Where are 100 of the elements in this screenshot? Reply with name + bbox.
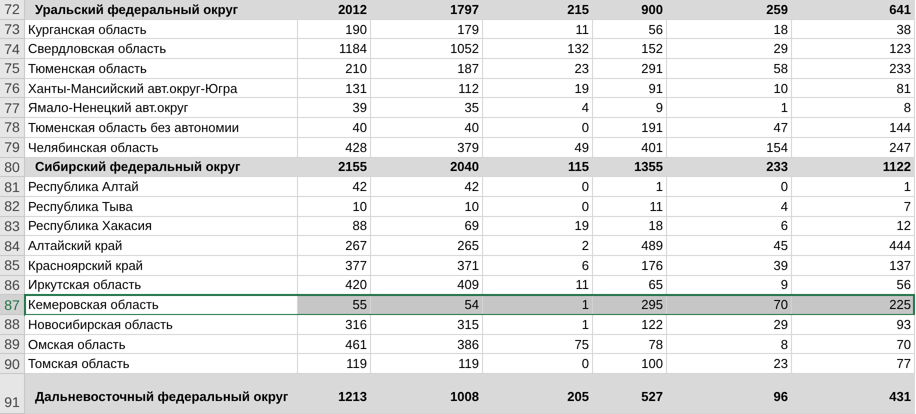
row-header[interactable]: 90 bbox=[0, 354, 25, 374]
table-cell: 187 bbox=[371, 59, 483, 79]
table-cell: 1355 bbox=[593, 158, 667, 178]
table-cell: Тюменская область bbox=[25, 59, 298, 79]
table-cell: 23 bbox=[483, 59, 593, 79]
table-cell: 144 bbox=[792, 118, 915, 138]
table-cell: 11 bbox=[593, 196, 667, 217]
table-cell: Алтайский край bbox=[25, 236, 298, 256]
table-cell: 8 bbox=[667, 334, 792, 354]
table-cell: 88 bbox=[298, 216, 371, 236]
table-cell: 2155 bbox=[298, 158, 371, 178]
table-cell: 75 bbox=[483, 334, 593, 354]
row-header[interactable]: 82 bbox=[0, 196, 25, 217]
row-header[interactable]: 91 bbox=[0, 374, 25, 414]
table-cell: Ямало-Ненецкий авт.округ bbox=[25, 98, 298, 118]
table-cell: Новосибирская область bbox=[25, 315, 298, 335]
table-cell: 137 bbox=[792, 256, 915, 276]
table-cell: 1213 bbox=[298, 374, 371, 414]
table-cell: 431 bbox=[792, 374, 915, 414]
table-cell: 210 bbox=[298, 59, 371, 79]
table-cell: 154 bbox=[667, 138, 792, 158]
table-cell: 0 bbox=[483, 118, 593, 138]
table-cell: Свердловская область bbox=[25, 39, 298, 60]
row-header[interactable]: 79 bbox=[0, 138, 25, 158]
table-cell: 247 bbox=[792, 138, 915, 158]
table-cell: 265 bbox=[371, 236, 483, 256]
row-header[interactable]: 72 bbox=[0, 0, 25, 20]
table-cell: 2 bbox=[483, 236, 593, 256]
table-cell: 40 bbox=[371, 118, 483, 138]
table-cell: 29 bbox=[667, 39, 792, 60]
table-cell: 420 bbox=[298, 276, 371, 296]
row-header[interactable]: 89 bbox=[0, 334, 25, 354]
table-cell: Республика Тыва bbox=[25, 196, 298, 217]
table-cell: 409 bbox=[371, 276, 483, 296]
table-cell: 38 bbox=[792, 20, 915, 40]
table-cell: 11 bbox=[483, 20, 593, 40]
row-header[interactable]: 87 bbox=[0, 295, 25, 315]
row-header[interactable]: 73 bbox=[0, 20, 25, 40]
table-cell: 65 bbox=[593, 276, 667, 296]
table-cell: 49 bbox=[483, 138, 593, 158]
table-cell: 55 bbox=[298, 295, 371, 315]
table-cell: 8 bbox=[792, 98, 915, 118]
table-cell: Республика Хакасия bbox=[25, 216, 298, 236]
row-header[interactable]: 83 bbox=[0, 216, 25, 236]
table-cell: 131 bbox=[298, 78, 371, 98]
table-cell: 379 bbox=[371, 138, 483, 158]
table-cell: 316 bbox=[298, 315, 371, 335]
table-cell: 10 bbox=[667, 78, 792, 98]
table-cell: 81 bbox=[792, 78, 915, 98]
table-cell: 1 bbox=[483, 295, 593, 315]
table-cell: 39 bbox=[667, 256, 792, 276]
table-cell: 19 bbox=[483, 78, 593, 98]
table-cell: 70 bbox=[792, 334, 915, 354]
table-cell: 122 bbox=[593, 315, 667, 335]
row-header[interactable]: 76 bbox=[0, 78, 25, 98]
table-cell: 56 bbox=[792, 276, 915, 296]
table-cell: 386 bbox=[371, 334, 483, 354]
table-cell: 58 bbox=[667, 59, 792, 79]
table-cell: 0 bbox=[483, 354, 593, 374]
table-cell: 1 bbox=[593, 177, 667, 197]
table-cell: Красноярский край bbox=[25, 256, 298, 276]
row-header[interactable]: 75 bbox=[0, 59, 25, 79]
table-cell: Челябинская область bbox=[25, 138, 298, 158]
table-cell: 190 bbox=[298, 20, 371, 40]
table-cell: Омская область bbox=[25, 334, 298, 354]
table-cell: 9 bbox=[593, 98, 667, 118]
table-cell: 4 bbox=[667, 196, 792, 217]
table-cell: 10 bbox=[298, 196, 371, 217]
table-cell: Курганская область bbox=[25, 20, 298, 40]
row-header[interactable]: 84 bbox=[0, 236, 25, 256]
table-cell: 489 bbox=[593, 236, 667, 256]
table-cell: 401 bbox=[593, 138, 667, 158]
row-header[interactable]: 78 bbox=[0, 118, 25, 138]
table-cell: 96 bbox=[667, 374, 792, 414]
table-cell: 112 bbox=[371, 78, 483, 98]
table-cell: 191 bbox=[593, 118, 667, 138]
table-cell: 259 bbox=[667, 0, 792, 20]
table-cell: 115 bbox=[483, 158, 593, 178]
table-cell: 35 bbox=[371, 98, 483, 118]
table-cell: 9 bbox=[667, 276, 792, 296]
row-header[interactable]: 77 bbox=[0, 98, 25, 118]
table-cell: 119 bbox=[298, 354, 371, 374]
table-cell: 1 bbox=[483, 315, 593, 335]
table-cell: Республика Алтай bbox=[25, 177, 298, 197]
table-cell: 2040 bbox=[371, 158, 483, 178]
table-cell: 461 bbox=[298, 334, 371, 354]
table-cell: 10 bbox=[371, 196, 483, 217]
row-header[interactable]: 86 bbox=[0, 276, 25, 296]
table-cell: 641 bbox=[792, 0, 915, 20]
table-cell: 0 bbox=[667, 177, 792, 197]
row-header[interactable]: 80 bbox=[0, 158, 25, 178]
table-cell: 132 bbox=[483, 39, 593, 60]
table-cell: 42 bbox=[371, 177, 483, 197]
row-header[interactable]: 74 bbox=[0, 39, 25, 60]
table-cell: 1184 bbox=[298, 39, 371, 60]
table-cell: 2012 bbox=[298, 0, 371, 20]
row-header[interactable]: 85 bbox=[0, 256, 25, 276]
table-cell: 233 bbox=[667, 158, 792, 178]
row-header[interactable]: 88 bbox=[0, 315, 25, 335]
row-header[interactable]: 81 bbox=[0, 177, 25, 197]
